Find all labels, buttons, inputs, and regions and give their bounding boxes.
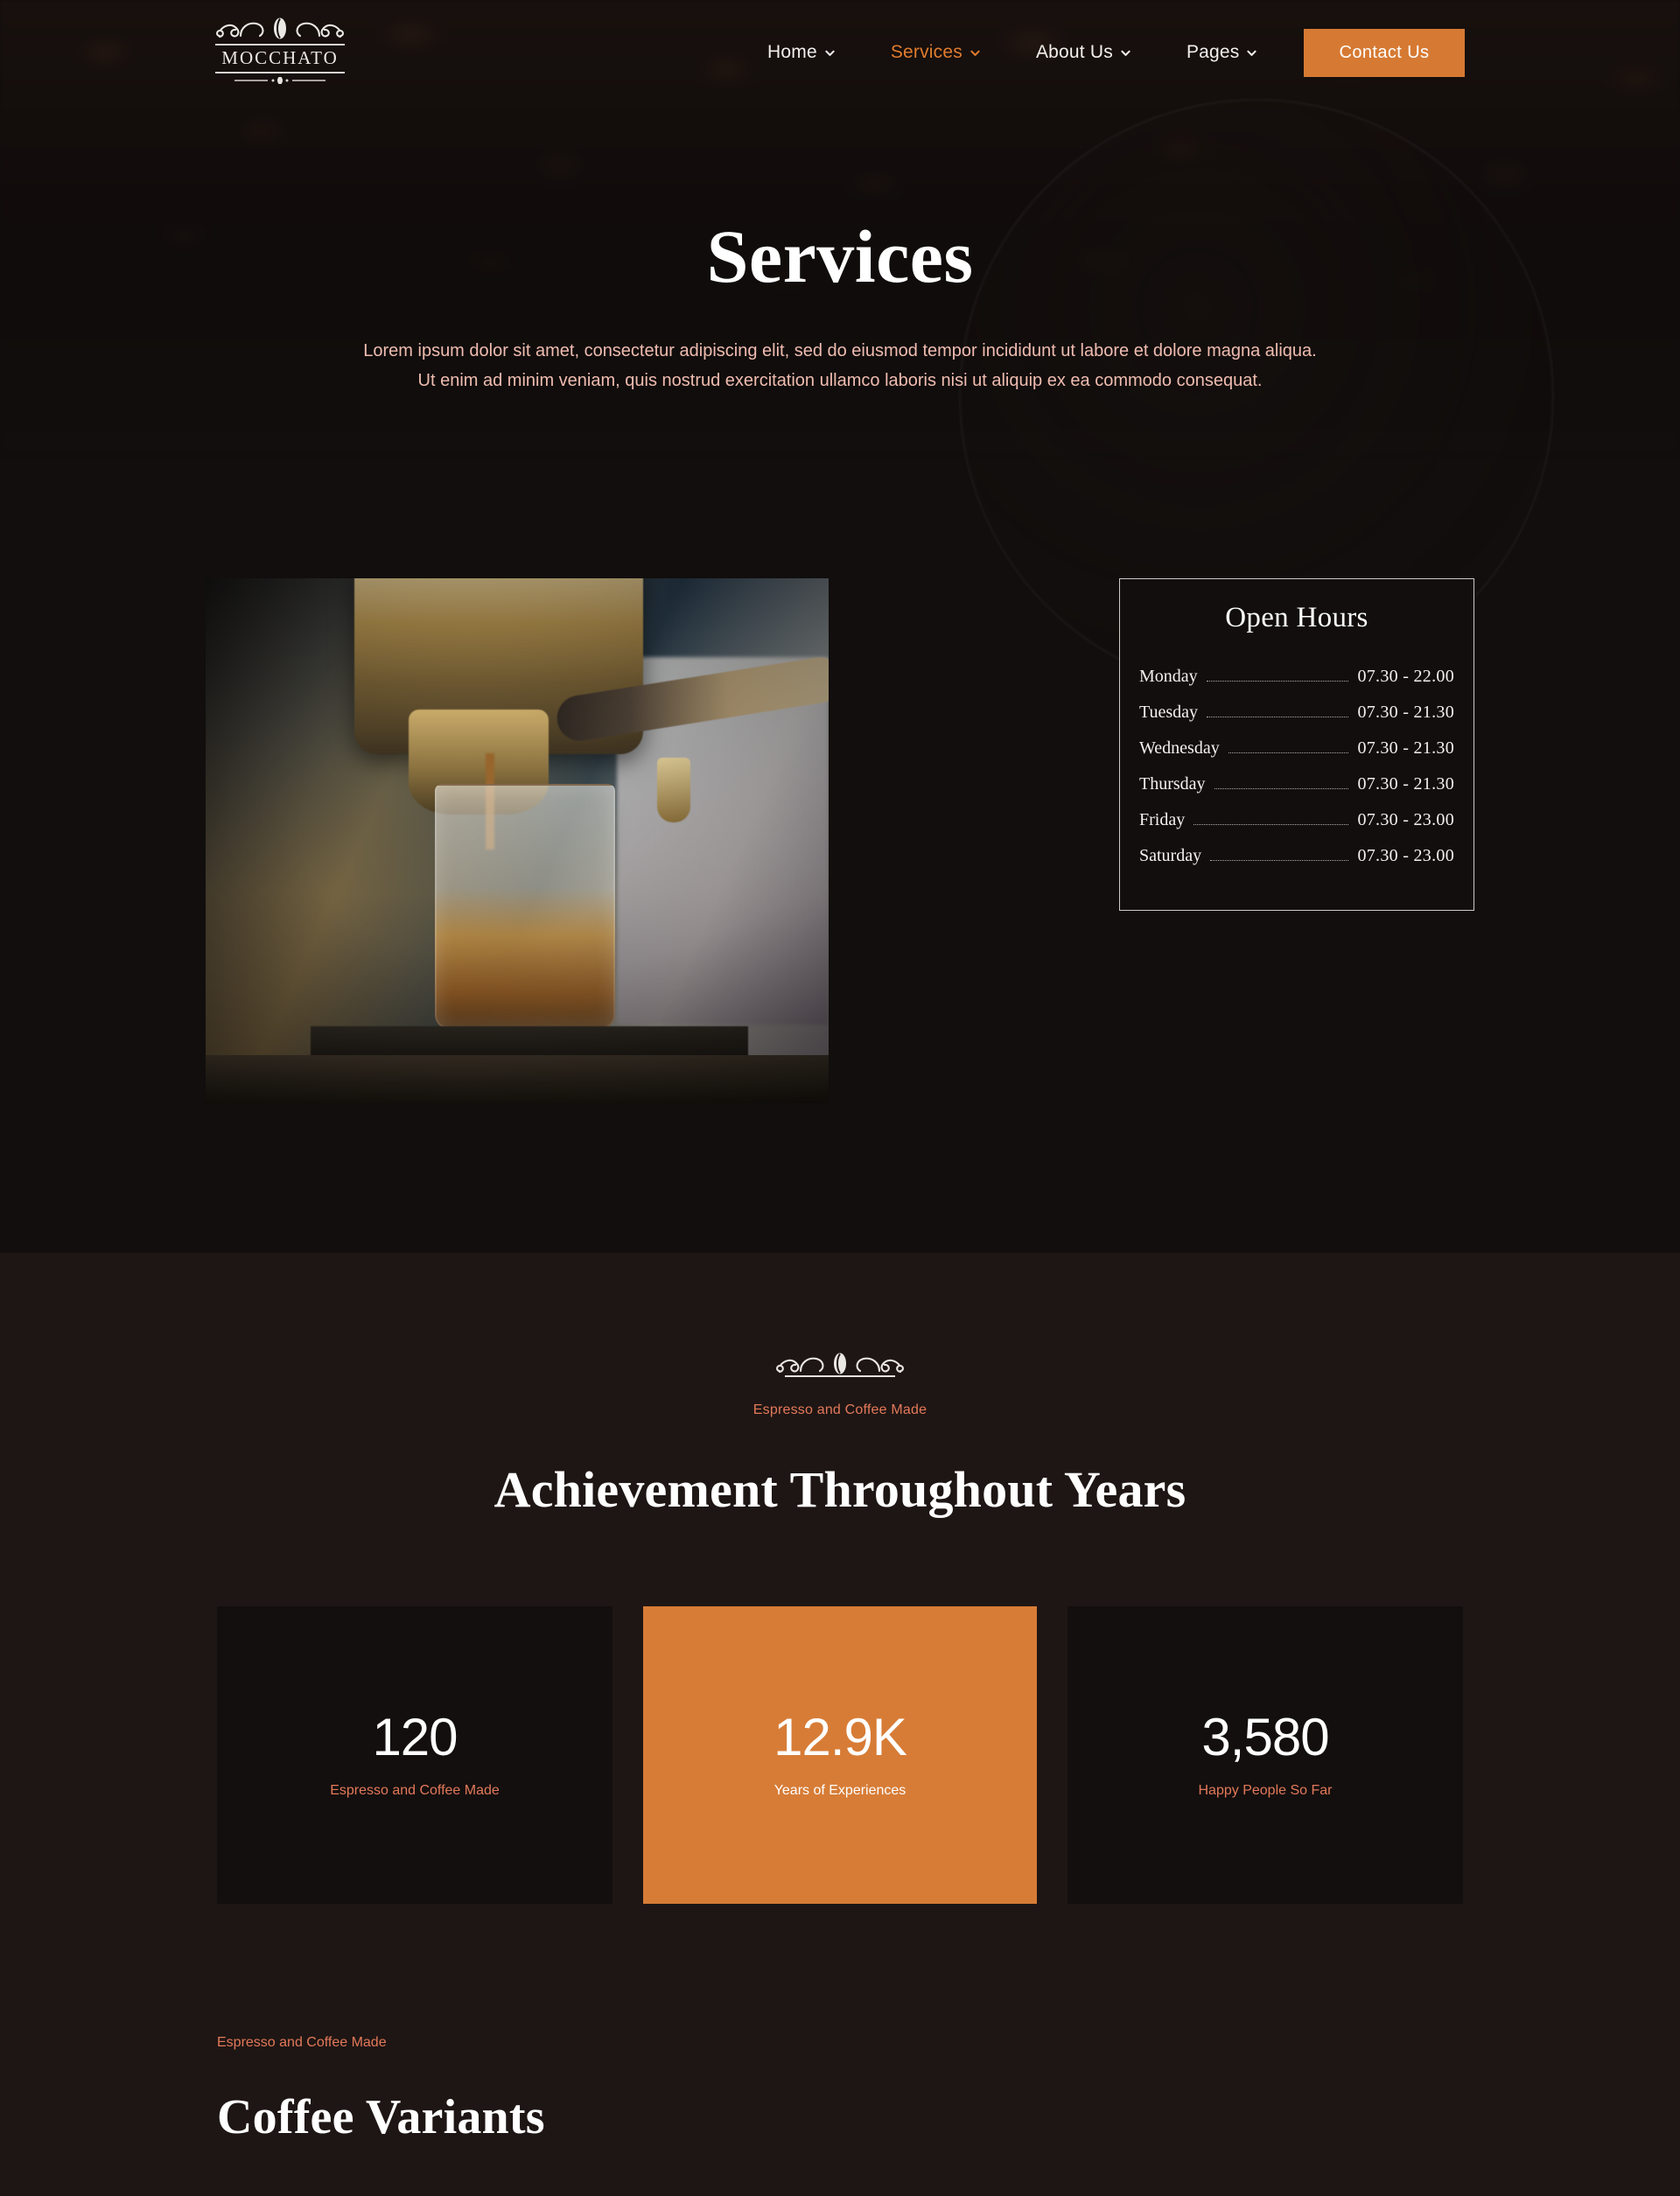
- open-hours-time: 07.30 - 22.00: [1357, 666, 1454, 686]
- hero-subtitle-line-1: Lorem ipsum dolor sit amet, consectetur …: [363, 341, 1317, 360]
- open-hours-row: Saturday 07.30 - 23.00: [1139, 838, 1454, 874]
- open-hours-time: 07.30 - 21.30: [1357, 738, 1454, 758]
- brand-name: MOCCHATO: [221, 47, 339, 68]
- espresso-machine-photo: [206, 577, 829, 1103]
- section-ornament: [0, 1351, 1680, 1381]
- coffee-variants-section: Espresso and Coffee Made Coffee Variants: [0, 1904, 1680, 2180]
- open-hours-time: 07.30 - 21.30: [1357, 702, 1454, 722]
- open-hours-row: Tuesday 07.30 - 21.30: [1139, 695, 1454, 731]
- open-hours-dotted-leader: [1210, 859, 1349, 861]
- open-hours-time: 07.30 - 23.00: [1357, 809, 1454, 829]
- coffee-bean-ornament-icon: [216, 17, 344, 39]
- stat-caption: Espresso and Coffee Made: [330, 1783, 500, 1798]
- stat-card: 120 Espresso and Coffee Made: [217, 1606, 612, 1904]
- hero-subtitle-line-2: Ut enim ad minim veniam, quis nostrud ex…: [417, 371, 1263, 391]
- brand-logo[interactable]: MOCCHATO: [214, 16, 346, 84]
- open-hours-dotted-leader: [1228, 752, 1349, 753]
- variants-eyebrow: Espresso and Coffee Made: [217, 2035, 387, 2050]
- stat-caption: Happy People So Far: [1198, 1783, 1333, 1798]
- open-hours-time: 07.30 - 21.30: [1357, 773, 1454, 794]
- open-hours-row: Friday 07.30 - 23.00: [1139, 802, 1454, 838]
- open-hours-day: Saturday: [1139, 845, 1202, 865]
- nav-item-label: Pages: [1186, 42, 1240, 62]
- coffee-bean-ornament-icon: [776, 1353, 904, 1377]
- open-hours-day: Friday: [1139, 809, 1186, 829]
- stats-grid: 120 Espresso and Coffee Made 12.9K Years…: [217, 1606, 1463, 1904]
- nav-item-label: Home: [767, 42, 817, 62]
- nav-item-pages[interactable]: Pages: [1158, 42, 1285, 63]
- open-hours-row: Wednesday 07.30 - 21.30: [1139, 731, 1454, 766]
- open-hours-card: Open Hours Monday 07.30 - 22.00 Tuesday …: [1119, 577, 1474, 911]
- chevron-down-icon: [825, 50, 835, 56]
- stat-caption: Years of Experiences: [774, 1783, 906, 1798]
- open-hours-dotted-leader: [1194, 823, 1349, 825]
- logo-rule-bottom: [215, 72, 345, 73]
- open-hours-dotted-leader: [1214, 787, 1349, 789]
- chevron-down-icon: [1247, 50, 1257, 56]
- chevron-down-icon: [970, 50, 980, 56]
- hero-subtitle: Lorem ipsum dolor sit amet, consectetur …: [0, 336, 1680, 396]
- stat-card: 12.9K Years of Experiences: [643, 1606, 1037, 1904]
- main-navigation: MOCCHATO Home Services About Us Pages Co…: [0, 0, 1680, 105]
- logo-rule-top: [215, 44, 345, 45]
- nav-item-label: Services: [890, 42, 962, 62]
- logo-footer-flourish-icon: [234, 77, 326, 84]
- open-hours-day: Thursday: [1139, 773, 1206, 794]
- open-hours-dotted-leader: [1206, 680, 1349, 682]
- open-hours-title: Open Hours: [1225, 601, 1368, 633]
- nav-item-home[interactable]: Home: [739, 42, 863, 63]
- nav-item-about-us[interactable]: About Us: [1008, 42, 1158, 63]
- open-hours-day: Tuesday: [1139, 702, 1199, 722]
- open-hours-time: 07.30 - 23.00: [1357, 845, 1454, 865]
- stat-value: 120: [372, 1708, 458, 1766]
- open-hours-day: Wednesday: [1139, 738, 1220, 758]
- open-hours-row: Thursday 07.30 - 21.30: [1139, 766, 1454, 802]
- nav-links: Home Services About Us Pages: [739, 0, 1284, 105]
- chevron-down-icon: [1121, 50, 1130, 56]
- achievement-eyebrow: Espresso and Coffee Made: [752, 1402, 928, 1417]
- services-row: Open Hours Monday 07.30 - 22.00 Tuesday …: [206, 577, 1474, 1103]
- variants-title: Coffee Variants: [217, 2090, 545, 2144]
- stat-value: 3,580: [1201, 1708, 1329, 1766]
- stat-card: 3,580 Happy People So Far: [1068, 1606, 1463, 1904]
- stat-value: 12.9K: [774, 1708, 907, 1766]
- contact-us-button[interactable]: Contact Us: [1304, 29, 1465, 77]
- open-hours-day: Monday: [1139, 666, 1198, 686]
- nav-item-services[interactable]: Services: [863, 42, 1008, 63]
- nav-item-label: About Us: [1035, 42, 1113, 62]
- achievement-title: Achievement Throughout Years: [494, 1461, 1186, 1518]
- achievement-section: Espresso and Coffee Made Achievement Thr…: [0, 1253, 1680, 1904]
- open-hours-row: Monday 07.30 - 22.00: [1139, 659, 1454, 695]
- hero-section: MOCCHATO Home Services About Us Pages Co…: [0, 0, 1680, 1253]
- page-title: Services: [706, 214, 974, 298]
